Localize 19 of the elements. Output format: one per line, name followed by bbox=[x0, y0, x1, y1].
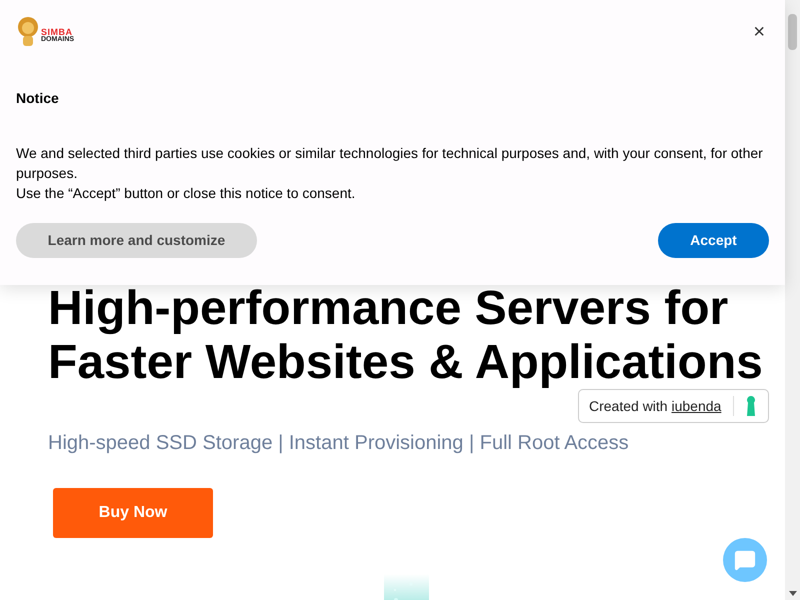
scroll-down-icon[interactable] bbox=[788, 591, 796, 596]
chat-icon bbox=[734, 549, 756, 571]
notice-text: Use the “Accept” button or close this notice to consent. bbox=[16, 184, 356, 203]
accept-button[interactable]: Accept bbox=[658, 223, 769, 258]
scrollbar[interactable] bbox=[785, 0, 800, 600]
iubenda-link[interactable]: iubenda bbox=[671, 398, 722, 414]
notice-title: Notice bbox=[16, 89, 59, 108]
hero-heading: Faster Websites & Applications bbox=[48, 336, 763, 390]
hero-heading: High-performance Servers for bbox=[48, 282, 728, 336]
buy-now-button[interactable]: Buy Now bbox=[53, 488, 213, 538]
badge-text: Created with iubenda bbox=[589, 396, 722, 416]
close-button[interactable]: × bbox=[753, 22, 765, 42]
keyhole-icon bbox=[746, 396, 756, 416]
customize-button[interactable]: Learn more and customize bbox=[16, 223, 257, 258]
scrollbar-thumb[interactable] bbox=[788, 14, 797, 50]
logo-text: SIMBA bbox=[41, 28, 72, 36]
chat-button[interactable] bbox=[723, 538, 767, 582]
notice-text: We and selected third parties use cookies or similar technologies for technical purposes and, with your consent, for other purposes. bbox=[16, 144, 764, 183]
hero-subtitle: High-speed SSD Storage | Instant Provisioning | Full Root Access bbox=[48, 431, 629, 456]
